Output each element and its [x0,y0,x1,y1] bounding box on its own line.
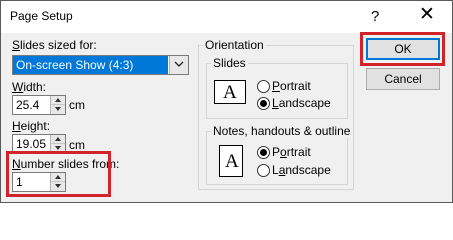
spin-down-icon[interactable] [51,105,65,114]
slides-landscape-radio[interactable] [257,97,270,110]
height-label: Height: [12,119,51,133]
dialog-title: Page Setup [10,9,73,23]
slides-portrait-radio[interactable] [257,80,270,93]
ok-button-highlight [360,32,445,66]
slides-orientation-title: Slides [211,56,248,70]
slides-portrait-label: Portrait [272,79,311,93]
spin-up-icon[interactable] [51,135,65,144]
width-value: 25.4 [16,98,40,112]
notes-landscape-radio[interactable] [257,164,270,177]
width-label: Width: [12,80,47,94]
width-spin-buttons [50,96,65,114]
height-unit: cm [69,138,85,152]
slides-sized-for-value: On-screen Show (4:3) [13,56,168,74]
title-bar: Page Setup ? ✕ [1,1,452,33]
width-unit: cm [69,98,85,112]
number-slides-highlight [6,151,111,197]
spin-up-icon[interactable] [51,96,65,105]
chevron-down-icon[interactable] [169,56,188,74]
close-button[interactable]: ✕ [419,5,435,25]
landscape-page-icon: A [214,80,246,104]
orientation-title: Orientation [203,38,266,52]
notes-portrait-label: Portrait [272,145,311,159]
portrait-page-icon: A [219,145,243,177]
height-value: 19.05 [16,137,47,151]
width-spinner[interactable]: 25.4 [12,95,66,115]
slides-sized-for-label: Slides sized for: [12,38,97,52]
slides-landscape-label: Landscape [272,96,331,110]
notes-orientation-title: Notes, handouts & outline [211,124,353,138]
page-setup-dialog: Page Setup ? ✕ Slides sized for: On-scre… [0,0,453,203]
slides-sized-for-dropdown[interactable]: On-screen Show (4:3) [12,55,189,75]
notes-portrait-radio[interactable] [257,146,270,159]
help-button[interactable]: ? [371,8,379,25]
notes-landscape-label: Landscape [272,163,331,177]
cancel-button[interactable]: Cancel [366,68,440,90]
